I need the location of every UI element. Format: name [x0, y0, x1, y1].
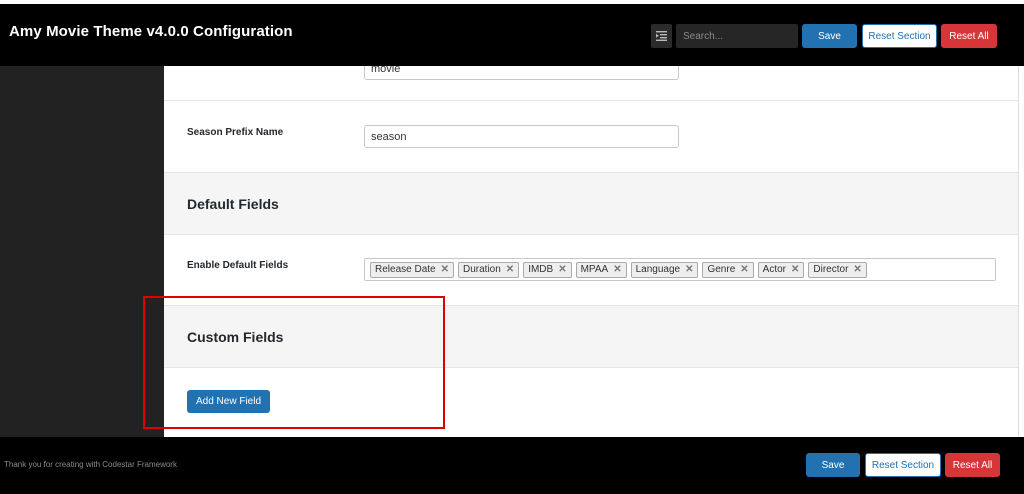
season-prefix-input[interactable] [364, 125, 679, 148]
save-button[interactable]: Save [802, 24, 857, 48]
footer-save-button[interactable]: Save [806, 453, 860, 477]
footer-reset-section-button[interactable]: Reset Section [865, 453, 941, 477]
tag-imdb: IMDB ✕ [523, 261, 572, 278]
reset-all-button[interactable]: Reset All [941, 24, 997, 48]
close-icon[interactable]: ✕ [740, 264, 748, 275]
footer-credit: Thank you for creating with Codestar Fra… [4, 460, 177, 469]
field-divider [164, 100, 1018, 101]
options-footer: Thank you for creating with Codestar Fra… [0, 437, 1024, 494]
close-icon[interactable]: ✕ [853, 264, 861, 275]
close-icon[interactable]: ✕ [558, 264, 566, 275]
content-right-edge [1018, 66, 1024, 437]
tag-genre: Genre ✕ [702, 261, 754, 278]
close-icon[interactable]: ✕ [506, 264, 514, 275]
season-prefix-label: Season Prefix Name [187, 127, 284, 138]
custom-fields-title: Custom Fields [187, 329, 284, 345]
close-icon[interactable]: ✕ [441, 264, 449, 275]
enable-default-fields-label: Enable Default Fields [187, 260, 289, 271]
tag-director: Director ✕ [808, 261, 867, 278]
expand-all-icon [656, 31, 667, 41]
search-input[interactable] [676, 24, 798, 48]
default-fields-select[interactable]: Release Date ✕ Duration ✕ IMDB ✕ MPAA ✕ Lang… [364, 258, 996, 281]
tag-language: Language ✕ [630, 261, 699, 278]
custom-fields-heading: Custom Fields [164, 305, 1018, 368]
movie-prefix-input[interactable] [364, 66, 679, 80]
tag-duration: Duration ✕ [457, 261, 520, 278]
footer-reset-all-button[interactable]: Reset All [945, 453, 1000, 477]
close-icon[interactable]: ✕ [685, 264, 693, 275]
tag-actor: Actor ✕ [757, 261, 805, 278]
options-header: Amy Movie Theme v4.0.0 Configuration Sav… [0, 4, 1024, 66]
page-title: Amy Movie Theme v4.0.0 Configuration [9, 23, 293, 40]
default-fields-title: Default Fields [187, 196, 279, 212]
expand-all-button[interactable] [651, 24, 672, 48]
tag-release-date: Release Date ✕ [370, 261, 454, 278]
reset-section-button[interactable]: Reset Section [862, 24, 937, 48]
default-fields-heading: Default Fields [164, 172, 1018, 235]
close-icon[interactable]: ✕ [613, 264, 621, 275]
close-icon[interactable]: ✕ [791, 264, 799, 275]
options-sidebar [0, 66, 164, 437]
options-content: Season Prefix Name Default Fields Enable… [164, 66, 1018, 437]
tag-mpaa: MPAA ✕ [575, 261, 627, 278]
add-new-field-button[interactable]: Add New Field [187, 390, 270, 413]
